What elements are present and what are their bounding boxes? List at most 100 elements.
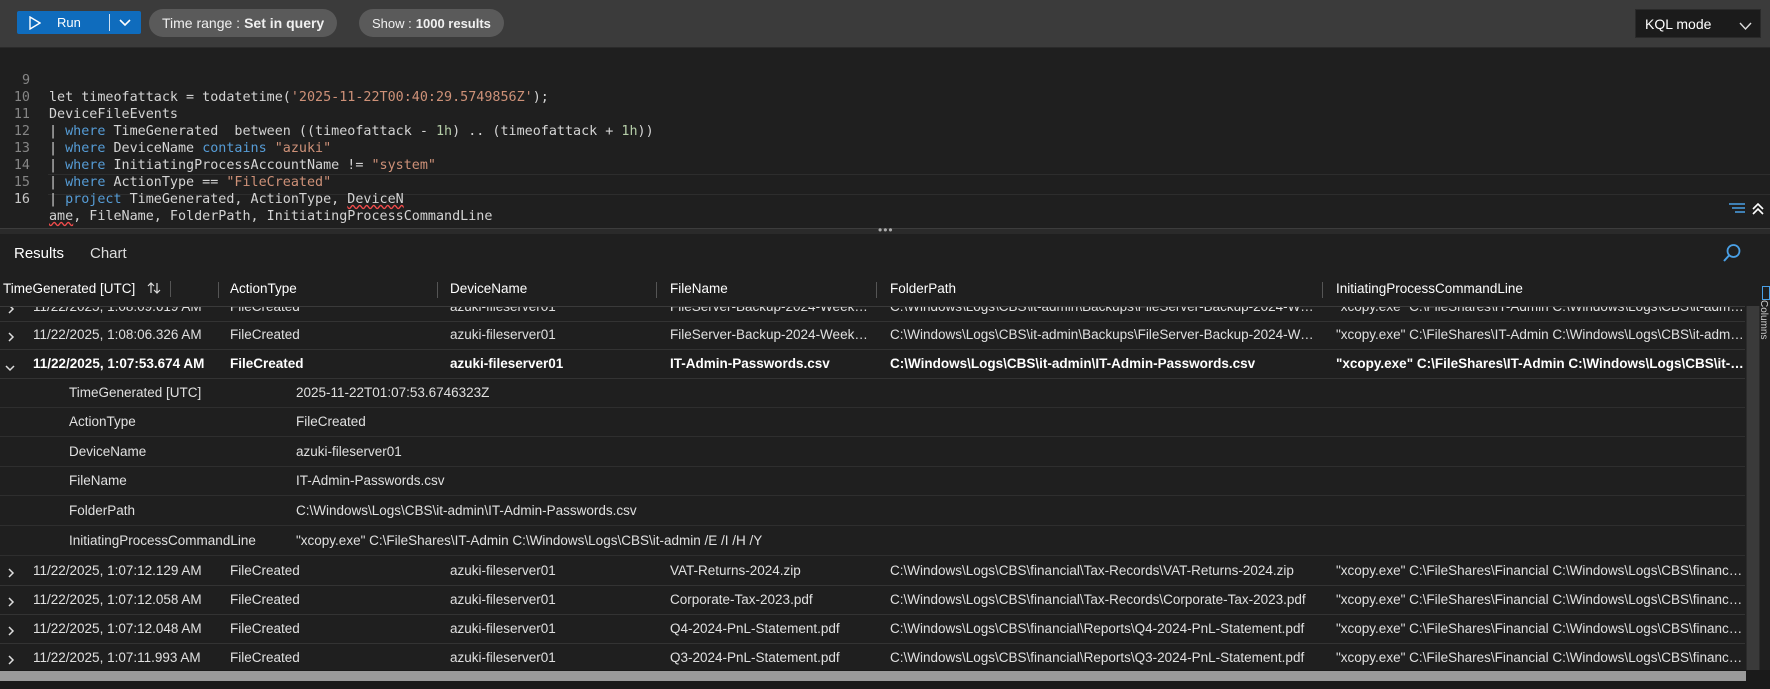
code-text: | where InitiatingProcessAccountName != … [49,158,436,173]
cell-commandline: "xcopy.exe" C:\FileShares\IT-Admin C:\Wi… [1336,327,1745,342]
cell-devicename: azuki-fileserver01 [450,592,556,607]
cell-devicename: azuki-fileserver01 [450,621,556,636]
play-icon [29,15,41,30]
cell-timegenerated: 11/22/2025, 1:07:12.048 AM [33,621,202,636]
cell-timegenerated: 11/22/2025, 1:07:53.674 AM [33,356,205,371]
table-row-expanded[interactable]: 11/22/2025, 1:07:53.674 AM FileCreated a… [0,349,1745,379]
detail-key: TimeGenerated [UTC] [69,385,202,400]
show-results-pill[interactable]: Show : 1000 results [359,9,504,37]
code-line: 12 | where DeviceName contains "azuki" [0,106,331,156]
column-header-filename[interactable]: FileName [670,272,728,306]
tab-results[interactable]: Results [7,245,71,274]
columns-panel-label[interactable]: Columns [1758,300,1769,339]
cell-actiontype: FileCreated [230,592,300,607]
chevron-down-icon [1739,18,1752,34]
detail-value: "xcopy.exe" C:\FileShares\IT-Admin C:\Wi… [296,533,763,548]
code-text: | where ActionType == "FileCreated" [49,175,332,190]
cell-actiontype: FileCreated [230,356,304,371]
cell-folderpath: C:\Windows\Logs\CBS\financial\Tax-Record… [890,592,1306,607]
run-button[interactable]: Run [17,11,141,34]
detail-value: IT-Admin-Passwords.csv [296,473,445,488]
run-label: Run [57,15,81,30]
detail-key: FolderPath [69,503,136,518]
detail-value: 2025-11-22T01:07:53.6746323Z [296,385,490,400]
detail-row: TimeGenerated [UTC] 2025-11-22T01:07:53.… [0,378,1745,408]
time-range-label: Time range : [162,15,241,31]
cell-filename: Corporate-Tax-2023.pdf [670,592,813,607]
show-value: 1000 results [415,15,491,31]
table-row[interactable]: 11/22/2025, 1:08:06.326 AM FileCreated a… [0,320,1745,350]
column-header-devicename[interactable]: DeviceName [450,272,527,306]
column-header-actiontype[interactable]: ActionType [230,272,297,306]
code-line: 14 | where ActionType == "FileCreated" [0,140,331,190]
cell-filename: Q3-2024-PnL-Statement.pdf [670,650,840,665]
column-header-label: DeviceName [450,281,528,296]
run-dropdown-button[interactable] [110,11,140,34]
table-row[interactable]: 11/22/2025, 1:07:11.993 AM FileCreated a… [0,643,1745,670]
cell-actiontype: FileCreated [230,650,300,665]
results-grid: TimeGenerated [UTC] ActionType DeviceNam… [0,272,1745,670]
chevron-right-icon[interactable] [7,595,15,610]
column-header-timegenerated[interactable]: TimeGenerated [UTC] [3,272,172,306]
code-line: 10 DeviceFileEvents [0,72,178,122]
run-main-button[interactable]: Run [17,11,109,34]
column-header-label: TimeGenerated [UTC] [3,281,136,296]
editor-tools [1728,202,1764,220]
code-line: 13 | where InitiatingProcessAccountName … [0,123,436,173]
horizontal-scroll-thumb[interactable] [0,671,1746,681]
detail-key: FileName [69,473,127,488]
code-text: DeviceFileEvents [49,107,178,122]
detail-value: azuki-fileserver01 [296,444,402,459]
chevron-right-icon[interactable] [7,330,15,345]
line-number: 16 [13,192,30,207]
time-range-value: Set in query [244,15,325,31]
cell-filename: FileServer-Backup-2024-Week1... [670,327,870,342]
chevron-right-icon[interactable] [7,566,15,581]
cell-folderpath: C:\Windows\Logs\CBS\it-admin\Backups\Fil… [890,327,1315,342]
cell-filename: Q4-2024-PnL-Statement.pdf [670,621,840,636]
column-header-folderpath[interactable]: FolderPath [890,272,956,306]
chevron-right-icon[interactable] [7,653,15,668]
columns-panel-icon[interactable] [1762,286,1770,300]
detail-key: ActionType [69,414,136,429]
detail-key: InitiatingProcessCommandLine [69,533,256,548]
table-row[interactable]: 11/22/2025, 1:07:12.048 AM FileCreated a… [0,614,1745,644]
kql-mode-label: KQL mode [1645,15,1712,32]
cell-timegenerated: 11/22/2025, 1:07:11.993 AM [33,650,201,665]
results-tabs: Results Chart [0,235,1770,274]
code-line: 9 let timeofattack = todatetime('2025-11… [0,55,549,105]
column-header-commandline[interactable]: InitiatingProcessCommandLine [1336,272,1523,306]
tab-chart[interactable]: Chart [90,245,127,262]
cell-commandline: "xcopy.exe" C:\FileShares\Financial C:\W… [1336,650,1745,665]
search-icon[interactable] [1722,243,1742,266]
chevron-right-icon[interactable] [7,624,15,639]
cell-commandline: "xcopy.exe" C:\FileShares\Financial C:\W… [1336,563,1745,578]
cell-filename: VAT-Returns-2024.zip [670,563,801,578]
collapse-editor-icon[interactable] [1752,202,1764,219]
detail-row: ActionType FileCreated [0,407,1745,437]
code-text: ame, FileName, FolderPath, InitiatingPro… [49,209,493,224]
table-row[interactable]: 11/22/2025, 1:07:12.058 AM FileCreated a… [0,585,1745,615]
kql-mode-select[interactable]: KQL mode [1635,9,1761,38]
run-separator [109,14,110,31]
table-row[interactable]: 11/22/2025, 1:07:12.129 AM FileCreated a… [0,556,1745,586]
query-editor[interactable]: 9 let timeofattack = todatetime('2025-11… [0,48,1770,228]
code-text: | where TimeGenerated between ((timeofat… [49,124,654,139]
detail-row: DeviceName azuki-fileserver01 [0,437,1745,467]
code-line: 11 | where TimeGenerated between ((timeo… [0,89,654,139]
cell-folderpath: C:\Windows\Logs\CBS\financial\Reports\Q3… [890,650,1305,665]
sort-arrows-icon[interactable] [147,281,161,296]
cell-devicename: azuki-fileserver01 [450,650,556,665]
time-range-pill[interactable]: Time range : Set in query [149,9,338,37]
cell-devicename: azuki-fileserver01 [450,563,556,578]
detail-row: InitiatingProcessCommandLine "xcopy.exe"… [0,526,1745,556]
vertical-scroll-thumb[interactable] [1747,306,1759,670]
cell-devicename: azuki-fileserver01 [450,356,564,371]
chevron-down-icon [119,15,131,30]
format-query-icon[interactable] [1728,202,1746,220]
query-toolbar: Run Time range : Set in query Show : 100… [0,0,1770,48]
detail-value: C:\Windows\Logs\CBS\it-admin\IT-Admin-Pa… [296,503,637,518]
cell-timegenerated: 11/22/2025, 1:08:06.326 AM [33,327,202,342]
chevron-down-icon[interactable] [5,360,15,375]
cell-folderpath: C:\Windows\Logs\CBS\it-admin\IT-Admin-Pa… [890,356,1256,371]
